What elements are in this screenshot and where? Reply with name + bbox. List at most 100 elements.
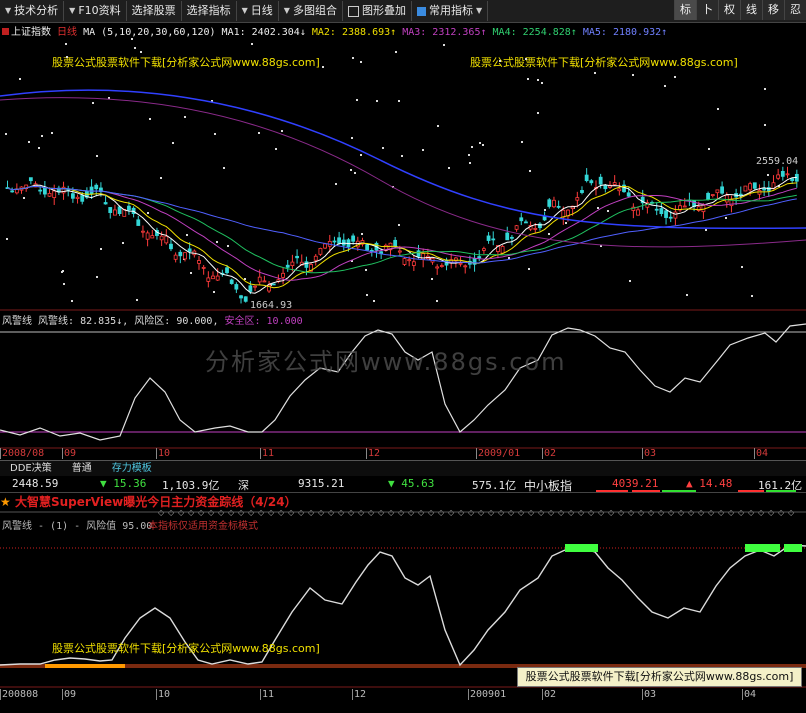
- candle-body: [75, 196, 80, 199]
- star-dot: [607, 210, 609, 212]
- star-dot: [322, 66, 324, 68]
- sz-label: 深: [238, 479, 249, 492]
- candle-body: [103, 202, 108, 205]
- date-tick-label: 04: [744, 689, 757, 700]
- news-banner[interactable]: ★ 大智慧SuperView曝光今日主力资金踪线（4/24）: [0, 493, 806, 509]
- date-tick-mark: [642, 689, 643, 700]
- candle-body: [178, 251, 183, 257]
- star-dot: [597, 207, 599, 209]
- candle-body: [28, 177, 33, 182]
- date-tick-mark: [542, 689, 543, 700]
- date-tick-label: 2009/01: [478, 448, 521, 459]
- sme-change-value: ▲ 14.48: [686, 477, 733, 490]
- risk-zone-value: 风险区: 90.000,: [134, 316, 219, 327]
- date-tick-label: 09: [64, 689, 77, 700]
- date-tick-mark: [156, 689, 157, 700]
- star-dot: [725, 217, 727, 219]
- candle-body: [463, 265, 468, 268]
- date-tick-mark: [642, 448, 643, 459]
- star-dot: [482, 144, 484, 146]
- star-dot: [350, 169, 352, 171]
- tab-dde[interactable]: DDE决策: [0, 461, 62, 476]
- star-dot: [361, 233, 363, 235]
- star-dot: [436, 300, 438, 302]
- date-tick-label: 11: [262, 448, 275, 459]
- low-price-label: 1664.93: [250, 300, 293, 311]
- sh-index-value: 2448.59: [12, 477, 59, 490]
- star-dot: [186, 234, 188, 236]
- candle-body: [183, 252, 187, 260]
- star-dot: [356, 99, 358, 101]
- candle-body: [720, 186, 724, 194]
- tab-template[interactable]: 存力模板: [102, 461, 162, 476]
- candle-body: [533, 228, 538, 230]
- sz-amount-value: 575.1亿: [472, 479, 517, 492]
- star-dot: [544, 209, 546, 211]
- star-dot: [216, 241, 218, 243]
- candle-body: [402, 258, 407, 265]
- candle-body: [253, 285, 257, 288]
- star-dot: [548, 233, 550, 235]
- candle-body: [776, 174, 781, 179]
- candle-body: [500, 246, 505, 254]
- star-dot: [764, 124, 766, 126]
- candle-body: [47, 192, 52, 197]
- risk-line-value: 风警线: 82.835↓,: [38, 316, 129, 327]
- star-dot: [565, 222, 567, 224]
- date-tick-mark: [476, 448, 477, 459]
- star-dot: [360, 154, 362, 156]
- star-dot: [351, 137, 353, 139]
- date-tick-mark: [260, 448, 261, 459]
- candle-body: [524, 221, 528, 224]
- star-dot: [629, 280, 631, 282]
- candle-body: [225, 267, 229, 274]
- candle-body: [673, 211, 678, 219]
- sh-amount-value: 1,103.9亿: [162, 479, 220, 492]
- candle-body: [397, 250, 402, 253]
- candle-body: [510, 236, 514, 239]
- star-dot: [448, 167, 450, 169]
- sme-index-value: 4039.21: [612, 477, 659, 490]
- candle-body: [318, 248, 323, 255]
- date-tick-mark: [62, 448, 63, 459]
- star-dot: [352, 57, 354, 59]
- candle-body: [729, 199, 734, 207]
- candle-body: [351, 235, 356, 242]
- candle-body: [136, 219, 141, 226]
- star-dot: [5, 133, 7, 135]
- candle-body: [491, 238, 496, 241]
- star-dot: [96, 155, 98, 157]
- lower-panel-legend: 风警线 - (1) - 风险值 95.00: [2, 521, 153, 532]
- star-dot: [28, 141, 30, 143]
- candle-body: [127, 205, 131, 211]
- date-tick-mark: [468, 689, 469, 700]
- star-dot: [251, 43, 253, 45]
- candle-body: [52, 190, 57, 198]
- date-tick-mark: [542, 448, 543, 459]
- candle-body: [141, 230, 145, 233]
- star-dot: [360, 61, 362, 63]
- candle-body: [542, 216, 547, 221]
- star-dot: [422, 149, 424, 151]
- star-dot: [160, 177, 162, 179]
- amount-bar: [766, 490, 796, 492]
- sme-up-bar: [632, 490, 660, 492]
- candle-body: [337, 237, 342, 244]
- star-dot: [258, 132, 260, 134]
- candle-body: [262, 280, 267, 283]
- candle-body: [173, 254, 178, 260]
- date-tick-mark: [754, 448, 755, 459]
- candle-body: [197, 260, 201, 264]
- candle-body: [505, 232, 510, 241]
- tab-normal[interactable]: 普通: [62, 461, 102, 476]
- star-dot: [92, 102, 94, 104]
- indicator-name: 风警线: [2, 316, 32, 327]
- date-tick-label: 09: [64, 448, 77, 459]
- candlestick-chart: [0, 89, 806, 304]
- date-tick-label: 10: [158, 689, 171, 700]
- candle-body: [285, 264, 290, 268]
- star-dot: [376, 100, 378, 102]
- star-dot: [354, 172, 356, 174]
- star-dot: [529, 170, 531, 172]
- star-dot: [275, 148, 277, 150]
